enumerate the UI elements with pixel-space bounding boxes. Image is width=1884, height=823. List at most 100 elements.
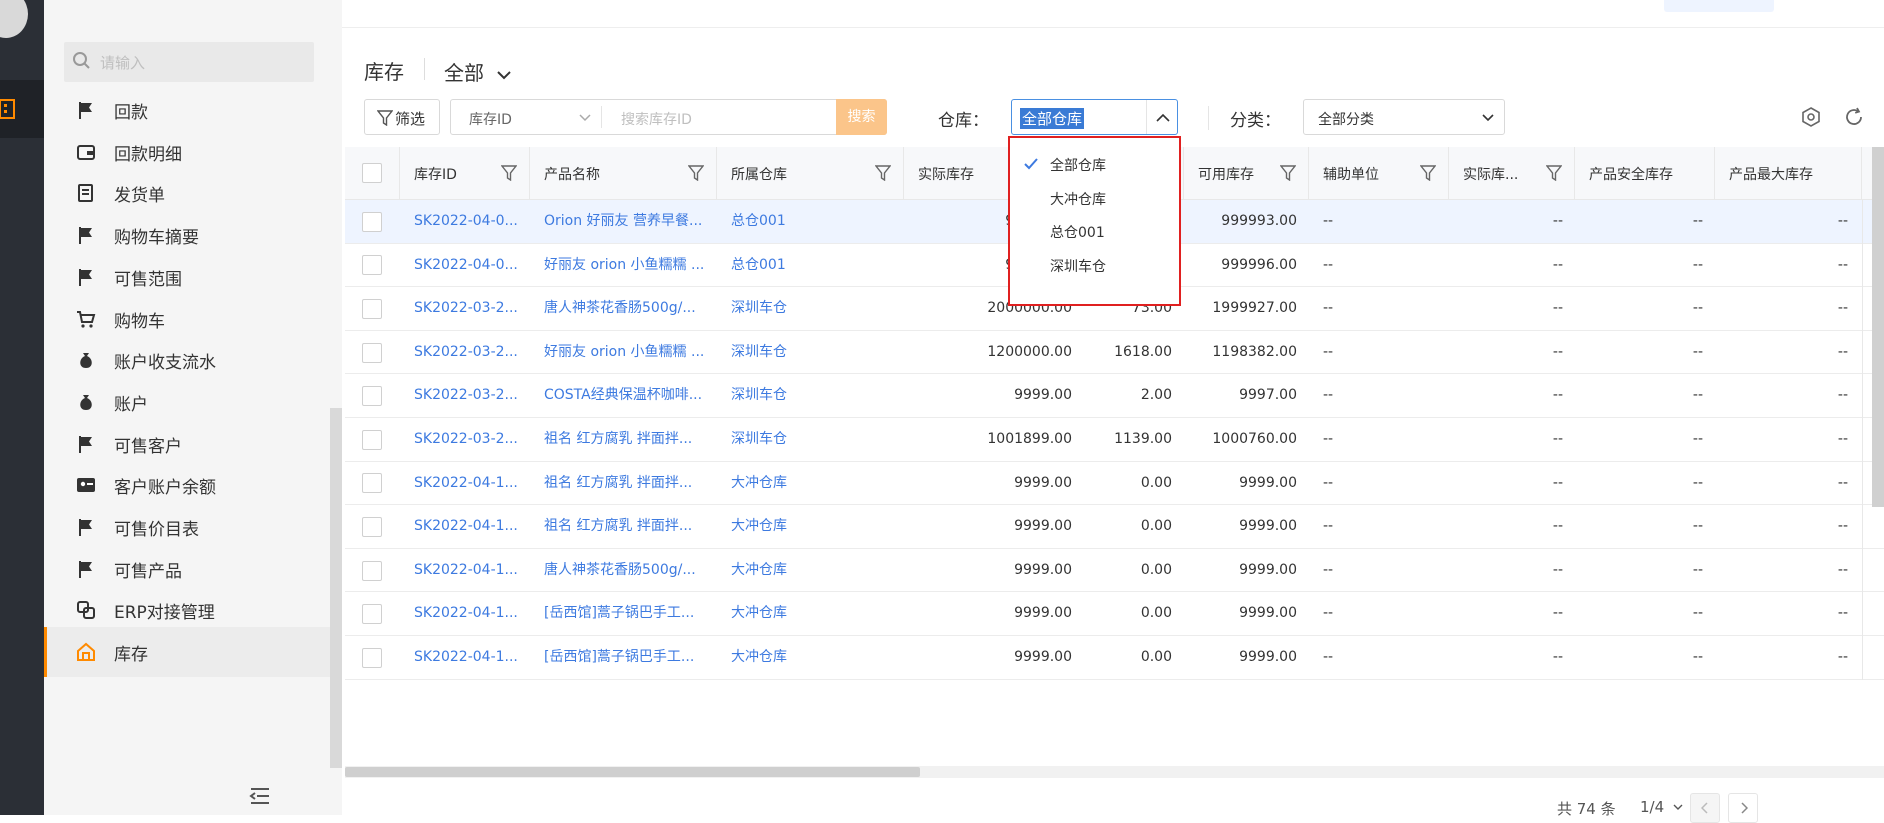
warehouse-cell[interactable]: 大冲仓库 [717,592,904,636]
warehouse-option[interactable]: 全部仓库 [1050,155,1106,175]
stock-id-cell[interactable]: SK2022-04-1... [400,592,530,636]
product-name-cell[interactable]: Orion 好丽友 营养早餐... [530,200,717,244]
row-checkbox[interactable] [362,255,382,276]
product-name-cell[interactable]: 好丽友 orion 小鱼糯糯 ... [530,331,717,375]
available-stock-cell: 9997.00 [1239,387,1297,404]
product-name-cell[interactable]: 唐人神茶花香肠500g/... [530,287,717,331]
column-header[interactable]: 产品安全库存 [1575,147,1715,200]
product-name-cell[interactable]: 祖名 红方腐乳 拌面拌... [530,462,717,506]
warehouse-cell[interactable]: 深圳车仓 [717,418,904,462]
table-row[interactable]: SK2022-03-2... 祖名 红方腐乳 拌面拌... 深圳车仓 1001899.… [345,418,1884,462]
search-input[interactable]: 搜索库存ID [621,109,692,129]
vertical-scrollbar[interactable] [1872,147,1884,507]
row-checkbox[interactable] [362,604,382,625]
row-checkbox[interactable] [362,298,382,319]
warehouse-cell[interactable]: 总仓001 [717,200,904,244]
column-header[interactable]: 产品最大库存 [1715,147,1862,200]
refresh-icon[interactable] [1843,106,1865,128]
column-filter-icon[interactable] [1280,165,1296,181]
search-button[interactable]: 搜索 [836,99,887,135]
top-action-button[interactable] [1664,0,1774,12]
table-row[interactable]: SK2022-04-1... 唐人神茶花香肠500g/... 大冲仓库 9999.00… [345,548,1884,593]
table-row[interactable]: SK2022-03-2... COSTA经典保温杯咖啡... 深圳车仓 9999.00… [345,374,1884,418]
category-select[interactable]: 全部分类 [1303,99,1505,135]
row-checkbox[interactable] [362,342,382,363]
header-select-all[interactable] [345,147,400,200]
table-row[interactable]: SK2022-04-1... [岳西馆]蒿子锅巴手工... 大冲仓库 9999.00 0… [345,592,1884,636]
column-filter-icon[interactable] [1420,165,1436,181]
pagination-next-button[interactable] [1728,793,1758,823]
warehouse-option[interactable]: 总仓001 [1050,222,1105,242]
stock-id-cell[interactable]: SK2022-04-1... [400,505,530,549]
stock-id-cell[interactable]: SK2022-04-1... [400,636,530,680]
pagination-prev-button[interactable] [1690,793,1720,823]
product-name-cell[interactable]: 好丽友 orion 小鱼糯糯 ... [530,244,717,288]
warehouse-cell[interactable]: 大冲仓库 [717,549,904,593]
warehouse-option[interactable]: 大冲仓库 [1050,189,1106,209]
stock-id-cell[interactable]: SK2022-03-2... [400,418,530,462]
column-header[interactable]: 实际库... [1449,147,1575,200]
column-header[interactable]: 可用库存 [1184,147,1309,200]
warehouse-cell[interactable]: 大冲仓库 [717,505,904,549]
operations-cell[interactable] [1862,592,1884,636]
warehouse-cell[interactable]: 深圳车仓 [717,287,904,331]
table-row[interactable]: SK2022-04-1... 祖名 红方腐乳 拌面拌... 大冲仓库 9999.00 0… [345,461,1884,506]
warehouse-select[interactable]: 全部仓库 [1011,99,1178,135]
row-checkbox[interactable] [362,647,382,668]
safety-stock-cell: -- [1692,474,1703,491]
row-checkbox[interactable] [362,473,382,494]
column-filter-icon[interactable] [501,165,517,181]
stock-id-cell[interactable]: SK2022-03-2... [400,331,530,375]
product-name-cell[interactable]: [岳西馆]蒿子锅巴手工... [530,592,717,636]
pagination-page-select[interactable]: 1/4 [1640,798,1683,816]
warehouse-cell[interactable]: 大冲仓库 [717,636,904,680]
operations-cell[interactable] [1862,505,1884,549]
row-checkbox[interactable] [362,560,382,581]
stock-id-cell[interactable]: SK2022-04-0... [400,244,530,288]
horizontal-scroll-thumb[interactable] [345,767,920,777]
operations-cell[interactable] [1862,636,1884,680]
sidebar-scrollbar[interactable] [330,408,342,768]
product-name-cell[interactable]: 祖名 红方腐乳 拌面拌... [530,418,717,462]
collapse-menu-icon[interactable] [249,787,271,805]
product-name-cell[interactable]: COSTA经典保温杯咖啡... [530,374,717,418]
column-filter-icon[interactable] [875,165,891,181]
column-filter-icon[interactable] [688,165,704,181]
table-row[interactable]: SK2022-04-1... 祖名 红方腐乳 拌面拌... 大冲仓库 9999.00 0… [345,505,1884,549]
column-header[interactable]: 库存ID [400,147,530,200]
scope-selector[interactable]: 全部 [444,57,512,86]
filter-button[interactable]: 筛选 [364,99,440,135]
sidebar-item[interactable]: 库存 [44,627,330,678]
row-checkbox[interactable] [362,211,382,232]
stock-id-cell[interactable]: SK2022-04-1... [400,462,530,506]
search-field-select[interactable]: 库存ID [469,109,512,129]
product-name-cell[interactable]: [岳西馆]蒿子锅巴手工... [530,636,717,680]
row-checkbox[interactable] [362,516,382,537]
rail-item-active[interactable] [0,80,44,138]
warehouse-cell[interactable]: 总仓001 [717,244,904,288]
product-name-cell[interactable]: 祖名 红方腐乳 拌面拌... [530,505,717,549]
stock-id-cell[interactable]: SK2022-04-1... [400,549,530,593]
stock-id-cell[interactable]: SK2022-03-2... [400,374,530,418]
warehouse-cell[interactable]: 大冲仓库 [717,462,904,506]
product-name-cell[interactable]: 唐人神茶花香肠500g/... [530,549,717,593]
column-header[interactable]: 产品名称 [530,147,717,200]
column-header[interactable]: 所属仓库 [717,147,904,200]
warehouse-cell[interactable]: 深圳车仓 [717,331,904,375]
sidebar-search[interactable]: 请输入 [64,42,314,82]
column-filter-icon[interactable] [1546,165,1562,181]
row-checkbox[interactable] [362,429,382,450]
settings-icon[interactable] [1800,106,1822,128]
table-row[interactable]: SK2022-03-2... 好丽友 orion 小鱼糯糯 ... 深圳车仓 1200… [345,330,1884,375]
stock-id-cell[interactable]: SK2022-03-2... [400,287,530,331]
warehouse-cell[interactable]: 深圳车仓 [717,374,904,418]
sidebar-search-input[interactable]: 请输入 [100,52,145,73]
operations-cell[interactable] [1862,548,1884,593]
max-stock-cell: -- [1837,605,1848,622]
select-all-checkbox[interactable] [362,163,382,183]
warehouse-option[interactable]: 深圳车仓 [1050,256,1106,276]
stock-id-cell[interactable]: SK2022-04-0... [400,200,530,244]
column-header[interactable]: 辅助单位 [1309,147,1449,200]
row-checkbox[interactable] [362,386,382,407]
table-row[interactable]: SK2022-04-1... [岳西馆]蒿子锅巴手工... 大冲仓库 9999.00 0… [345,636,1884,680]
